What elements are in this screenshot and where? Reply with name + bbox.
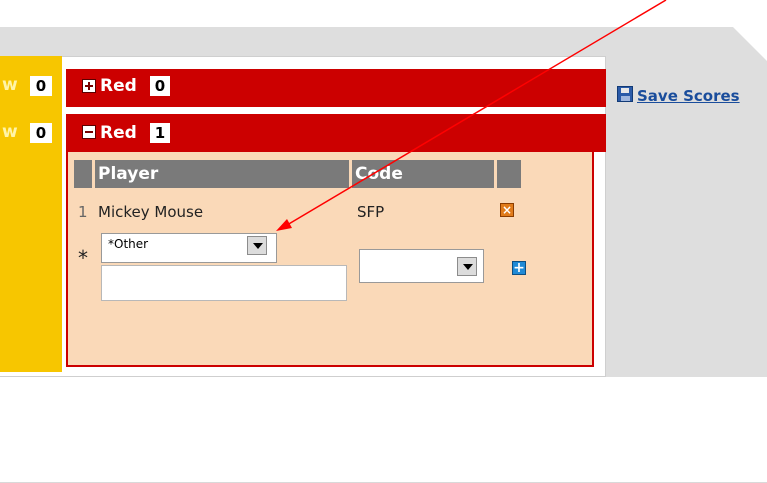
annotation-arrow: [276, 0, 667, 231]
arrow-line: [281, 0, 667, 229]
arrowhead: [276, 219, 292, 231]
